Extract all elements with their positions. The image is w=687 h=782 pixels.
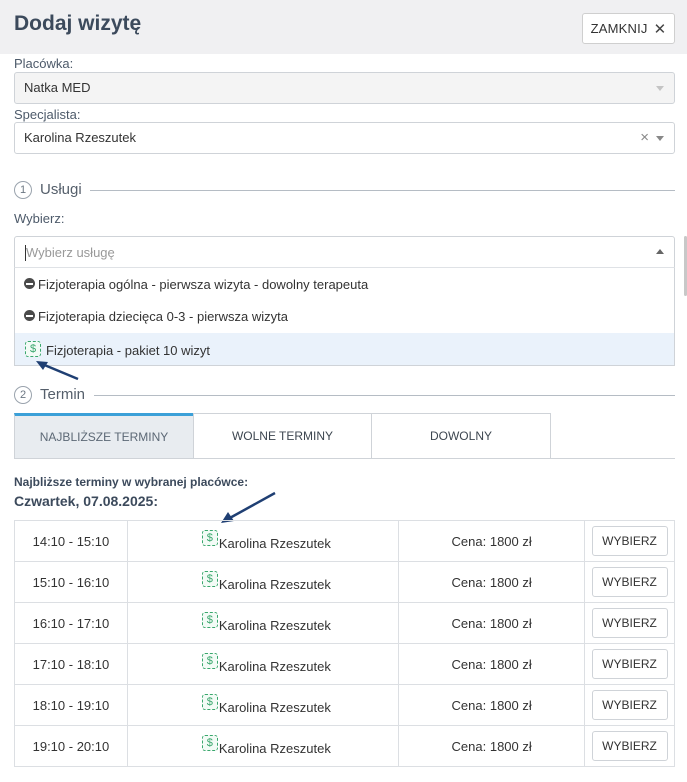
slot-price: Cena: 1800 zł xyxy=(398,725,586,767)
slot-action-cell: WYBIERZ xyxy=(584,602,675,644)
choose-slot-button[interactable]: WYBIERZ xyxy=(591,649,668,679)
text-cursor xyxy=(25,245,26,261)
slot-price: Cena: 1800 zł xyxy=(398,520,586,562)
specialist-label: Specjalista: xyxy=(14,107,81,122)
choose-slot-button[interactable]: WYBIERZ xyxy=(591,608,668,638)
step-number: 2 xyxy=(14,386,32,404)
tab-free-terms[interactable]: WOLNE TERMINY xyxy=(193,413,372,459)
dollar-icon: $ xyxy=(201,530,218,546)
slot-specialist-cell: $ Karolina Rzeszutek xyxy=(126,643,400,685)
dollar-icon: $ xyxy=(201,735,218,751)
tab-nearest-terms[interactable]: NAJBLIŻSZE TERMINY xyxy=(14,413,194,459)
slot-price: Cena: 1800 zł xyxy=(398,684,586,726)
service-search-input[interactable]: Wybierz usługę xyxy=(14,236,675,268)
tab-any-term[interactable]: DOWOLNY xyxy=(371,413,551,459)
dollar-icon: $ xyxy=(201,571,218,587)
close-icon: ✕ xyxy=(653,20,667,38)
close-button[interactable]: ZAMKNIJ ✕ xyxy=(582,13,675,44)
service-option-label: Fizjoterapia ogólna - pierwsza wizyta - … xyxy=(38,277,369,292)
slots-table: 14:10 - 15:10 $ Karolina Rzeszutek Cena: 18… xyxy=(14,520,675,767)
service-option[interactable]: Fizjoterapia dziecięca 0-3 - pierwsza wi… xyxy=(15,300,674,332)
slot-specialist: Karolina Rzeszutek xyxy=(218,577,331,592)
modal-header: Dodaj wizytę ZAMKNIJ ✕ xyxy=(0,0,687,54)
clinic-label: Placówka: xyxy=(14,56,74,71)
slot-price: Cena: 1800 zł xyxy=(398,643,586,685)
slot-time: 19:10 - 20:10 xyxy=(14,725,128,767)
slot-price: Cena: 1800 zł xyxy=(398,602,586,644)
chevron-down-icon[interactable] xyxy=(656,136,664,141)
choose-slot-button[interactable]: WYBIERZ xyxy=(591,567,668,597)
date-heading: Czwartek, 07.08.2025: xyxy=(14,493,158,509)
slot-specialist-cell: $ Karolina Rzeszutek xyxy=(126,520,400,562)
choose-slot-button[interactable]: WYBIERZ xyxy=(591,690,668,720)
table-row: 18:10 - 19:10 $ Karolina Rzeszutek Cena: 18… xyxy=(14,684,675,726)
minus-circle-icon xyxy=(24,278,35,289)
table-row: 17:10 - 18:10 $ Karolina Rzeszutek Cena: 18… xyxy=(14,643,675,685)
slot-action-cell: WYBIERZ xyxy=(584,643,675,685)
service-option-label: Fizjoterapia dziecięca 0-3 - pierwsza wi… xyxy=(38,309,288,324)
service-search-placeholder: Wybierz usługę xyxy=(26,245,115,260)
table-row: 19:10 - 20:10 $ Karolina Rzeszutek Cena: 18… xyxy=(14,725,675,767)
dollar-icon: $ xyxy=(201,694,218,710)
step-number: 1 xyxy=(14,181,32,199)
close-button-label: ZAMKNIJ xyxy=(590,21,648,36)
nearest-terms-heading: Najbliższe terminy w wybranej placówce: xyxy=(14,475,249,489)
service-dropdown: Fizjoterapia ogólna - pierwsza wizyta - … xyxy=(14,267,675,366)
slot-action-cell: WYBIERZ xyxy=(584,561,675,603)
table-row: 16:10 - 17:10 $ Karolina Rzeszutek Cena: 18… xyxy=(14,602,675,644)
section-divider xyxy=(94,395,675,396)
slot-time: 16:10 - 17:10 xyxy=(14,602,128,644)
minus-circle-icon xyxy=(24,310,35,321)
section-title: Usługi xyxy=(40,181,82,198)
service-option-highlighted[interactable]: $ Fizjoterapia - pakiet 10 wizyt xyxy=(15,333,674,365)
term-tabs: NAJBLIŻSZE TERMINY WOLNE TERMINY DOWOLNY xyxy=(14,413,675,459)
slot-specialist: Karolina Rzeszutek xyxy=(218,618,331,633)
table-row: 15:10 - 16:10 $ Karolina Rzeszutek Cena: 18… xyxy=(14,561,675,603)
slot-time: 18:10 - 19:10 xyxy=(14,684,128,726)
choose-slot-button[interactable]: WYBIERZ xyxy=(591,526,668,556)
section-title: Termin xyxy=(40,386,86,403)
clinic-select-value: Natka MED xyxy=(24,80,91,95)
slot-time: 15:10 - 16:10 xyxy=(14,561,128,603)
dollar-icon: $ xyxy=(25,341,41,357)
clear-icon[interactable]: × xyxy=(640,123,649,153)
dollar-icon: $ xyxy=(201,653,218,669)
specialist-select-value: Karolina Rzeszutek xyxy=(24,130,136,145)
slot-action-cell: WYBIERZ xyxy=(584,725,675,767)
tabs-baseline xyxy=(550,458,675,459)
choose-slot-button[interactable]: WYBIERZ xyxy=(591,731,668,761)
slot-specialist: Karolina Rzeszutek xyxy=(218,659,331,674)
chevron-down-icon xyxy=(656,86,664,91)
slot-time: 14:10 - 15:10 xyxy=(14,520,128,562)
services-choose-label: Wybierz: xyxy=(14,211,65,226)
slot-specialist: Karolina Rzeszutek xyxy=(218,536,331,551)
slot-specialist: Karolina Rzeszutek xyxy=(218,741,331,756)
section-divider xyxy=(90,190,675,191)
slot-specialist: Karolina Rzeszutek xyxy=(218,700,331,715)
term-section-header: 2 Termin xyxy=(14,386,675,406)
slot-specialist-cell: $ Karolina Rzeszutek xyxy=(126,561,400,603)
services-section-header: 1 Usługi xyxy=(14,181,675,201)
slot-specialist-cell: $ Karolina Rzeszutek xyxy=(126,602,400,644)
table-row: 14:10 - 15:10 $ Karolina Rzeszutek Cena: 18… xyxy=(14,520,675,562)
arrow-annotation xyxy=(36,361,79,381)
page-title: Dodaj wizytę xyxy=(14,12,142,35)
slot-action-cell: WYBIERZ xyxy=(584,684,675,726)
chevron-up-icon[interactable] xyxy=(656,249,664,254)
service-option[interactable]: Fizjoterapia ogólna - pierwsza wizyta - … xyxy=(15,268,674,300)
slot-time: 17:10 - 18:10 xyxy=(14,643,128,685)
clinic-select[interactable]: Natka MED xyxy=(14,72,675,104)
slot-specialist-cell: $ Karolina Rzeszutek xyxy=(126,684,400,726)
dollar-icon: $ xyxy=(201,612,218,628)
service-option-label: Fizjoterapia - pakiet 10 wizyt xyxy=(46,343,211,358)
slot-specialist-cell: $ Karolina Rzeszutek xyxy=(126,725,400,767)
specialist-select[interactable]: Karolina Rzeszutek × xyxy=(14,122,675,154)
slot-price: Cena: 1800 zł xyxy=(398,561,586,603)
slot-action-cell: WYBIERZ xyxy=(584,520,675,562)
